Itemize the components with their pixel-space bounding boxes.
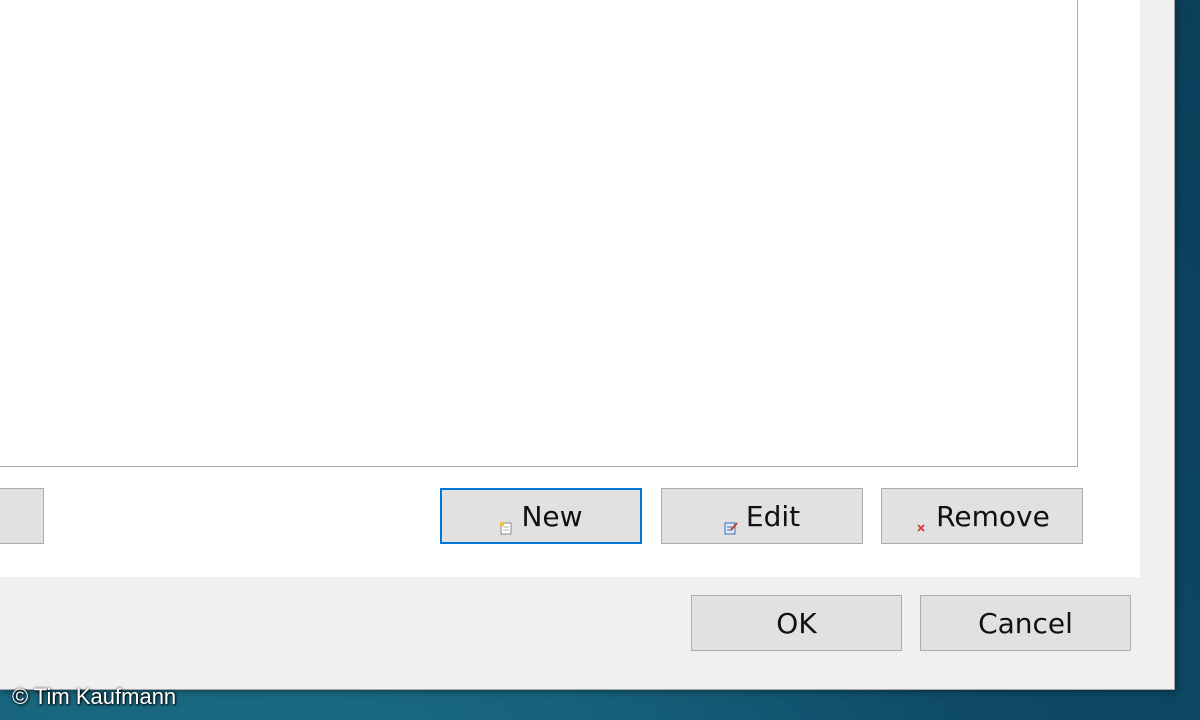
edit-button-label: Edit xyxy=(745,499,801,533)
dialog-window: New Edit Remove OK Cancel xyxy=(0,0,1175,690)
copyright-watermark: © Tim Kaufmann xyxy=(12,684,177,709)
edit-button[interactable]: Edit xyxy=(661,488,863,544)
content-panel: New Edit Remove xyxy=(0,0,1140,577)
remove-button[interactable]: Remove xyxy=(881,488,1083,544)
ok-button-label: OK xyxy=(776,606,817,640)
edit-document-icon xyxy=(724,509,738,535)
new-document-icon xyxy=(499,509,513,535)
cancel-button-label: Cancel xyxy=(978,606,1073,640)
remove-button-label: Remove xyxy=(936,499,1050,533)
cancel-button[interactable]: Cancel xyxy=(920,595,1131,651)
new-button[interactable]: New xyxy=(440,488,642,544)
new-button-label: New xyxy=(521,499,583,533)
remove-x-icon xyxy=(914,509,928,532)
partially-visible-button[interactable] xyxy=(0,488,44,544)
ok-button[interactable]: OK xyxy=(691,595,902,651)
entries-listbox[interactable] xyxy=(0,0,1078,467)
